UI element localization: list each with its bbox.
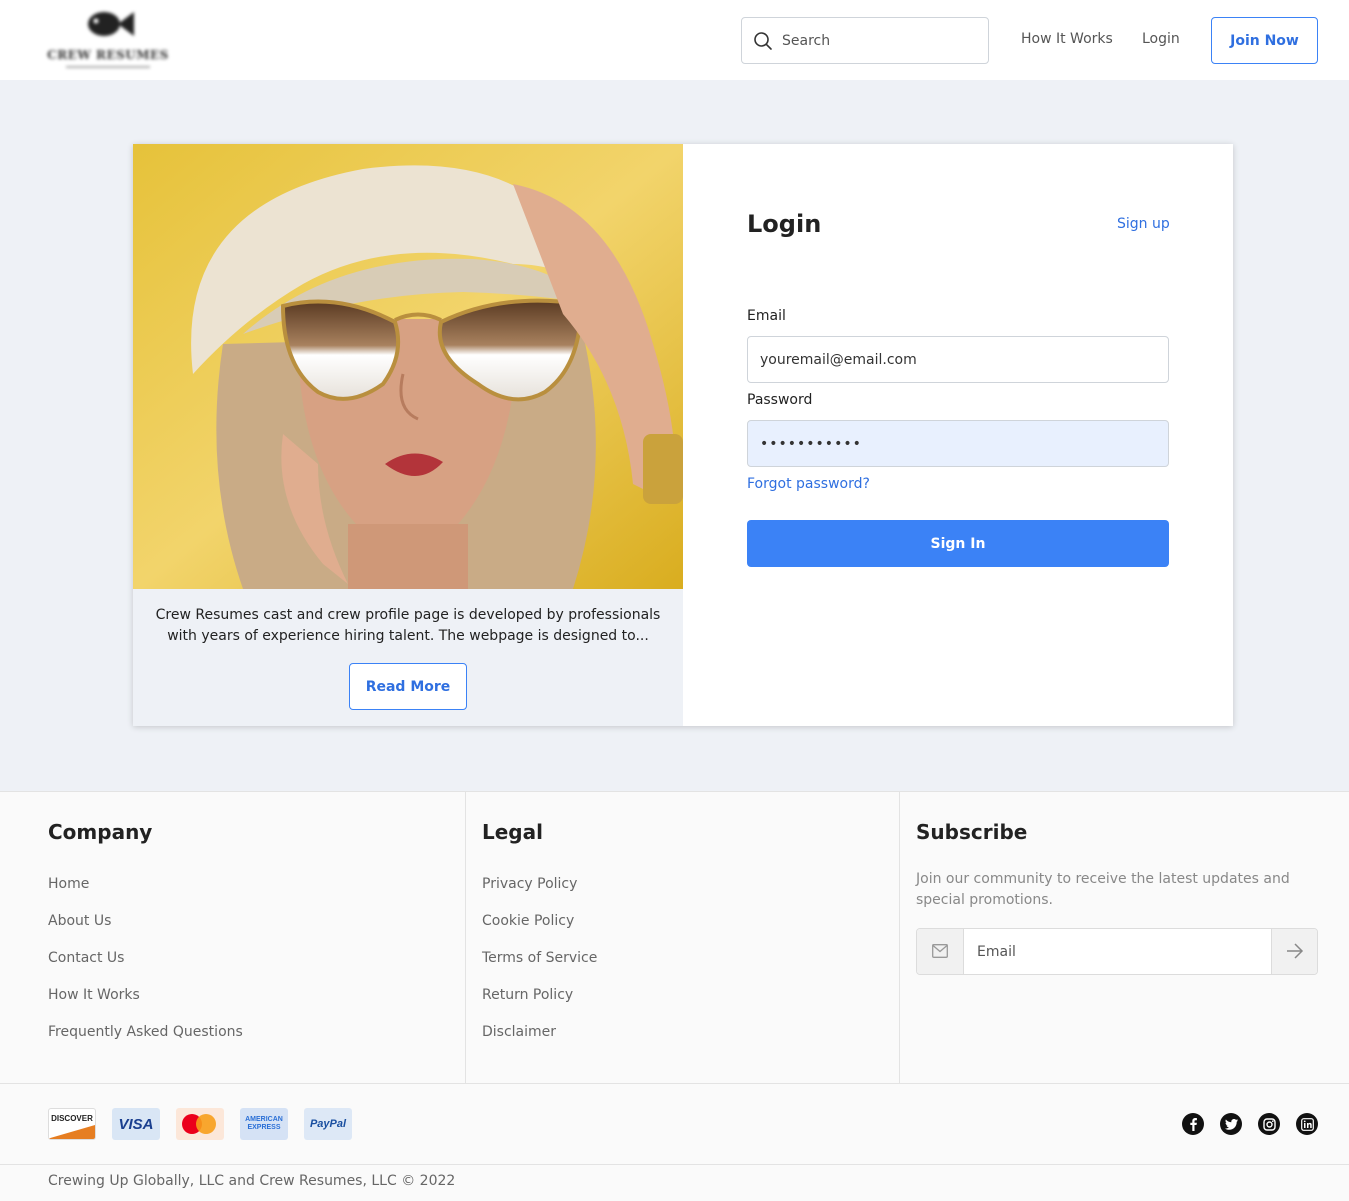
legal-title: Legal: [482, 820, 543, 844]
company-links: Home About Us Contact Us How It Works Fr…: [48, 876, 243, 1061]
footer-link-return-policy[interactable]: Return Policy: [482, 987, 597, 1024]
footer-link-disclaimer[interactable]: Disclaimer: [482, 1024, 597, 1061]
subscribe-title: Subscribe: [916, 820, 1028, 844]
legal-links: Privacy Policy Cookie Policy Terms of Se…: [482, 876, 597, 1061]
woman-sunglasses-image: [133, 144, 683, 589]
site-header: CREW RESUMES How It Works Login Join Now: [0, 0, 1349, 80]
password-field[interactable]: [747, 420, 1169, 467]
site-logo[interactable]: CREW RESUMES: [46, 8, 170, 72]
email-field[interactable]: [747, 336, 1169, 383]
main-content: Crew Resumes cast and crew profile page …: [0, 80, 1349, 791]
promo-panel: Crew Resumes cast and crew profile page …: [133, 144, 683, 726]
login-title: Login: [747, 210, 822, 238]
subscribe-submit-button[interactable]: [1271, 929, 1317, 974]
login-card: Crew Resumes cast and crew profile page …: [133, 144, 1233, 726]
footer-link-faq[interactable]: Frequently Asked Questions: [48, 1024, 243, 1061]
password-label: Password: [747, 392, 813, 408]
discover-card-icon: DISCOVER: [48, 1108, 96, 1140]
promo-photo: [133, 144, 683, 589]
subscribe-description: Join our community to receive the latest…: [916, 871, 1290, 908]
payments-social-row: DISCOVER VISA AMERICAN EXPRESS PayPal: [0, 1083, 1349, 1165]
site-footer: Company Home About Us Contact Us How It …: [0, 791, 1349, 1201]
promo-description: Crew Resumes cast and crew profile page …: [155, 607, 661, 644]
copyright-text: Crewing Up Globally, LLC and Crew Resume…: [48, 1173, 456, 1189]
logo-underline: [66, 66, 150, 68]
subscribe-column: Subscribe Join our community to receive …: [900, 792, 1349, 1083]
footer-link-privacy-policy[interactable]: Privacy Policy: [482, 876, 597, 913]
linkedin-icon[interactable]: [1296, 1113, 1318, 1135]
sign-in-button[interactable]: Sign In: [747, 520, 1169, 567]
company-title: Company: [48, 820, 153, 844]
company-column: Company Home About Us Contact Us How It …: [0, 792, 466, 1083]
subscribe-form: [916, 928, 1318, 975]
footer-link-contact-us[interactable]: Contact Us: [48, 950, 243, 987]
join-now-button[interactable]: Join Now: [1211, 17, 1318, 64]
sign-up-link[interactable]: Sign up: [1117, 216, 1170, 232]
envelope-icon: [917, 929, 964, 974]
arrow-right-icon: [1287, 943, 1304, 959]
nav-how-it-works[interactable]: How It Works: [1021, 31, 1113, 47]
fish-logo-icon: [88, 12, 134, 36]
paypal-icon: PayPal: [304, 1108, 352, 1140]
facebook-icon[interactable]: [1182, 1113, 1204, 1135]
footer-link-home[interactable]: Home: [48, 876, 243, 913]
footer-link-terms-of-service[interactable]: Terms of Service: [482, 950, 597, 987]
amex-card-icon: AMERICAN EXPRESS: [240, 1108, 288, 1140]
footer-link-about-us[interactable]: About Us: [48, 913, 243, 950]
forgot-password-link[interactable]: Forgot password?: [747, 476, 870, 492]
legal-column: Legal Privacy Policy Cookie Policy Terms…: [466, 792, 900, 1083]
subscribe-email-input[interactable]: [965, 929, 1271, 974]
login-form-panel: Login Sign up Email Password Forgot pass…: [683, 144, 1233, 726]
twitter-icon[interactable]: [1220, 1113, 1242, 1135]
footer-link-cookie-policy[interactable]: Cookie Policy: [482, 913, 597, 950]
instagram-icon[interactable]: [1258, 1113, 1280, 1135]
logo-wordmark: CREW RESUMES: [47, 48, 169, 62]
email-label: Email: [747, 308, 786, 324]
search-box[interactable]: [741, 17, 989, 64]
nav-login[interactable]: Login: [1142, 31, 1180, 47]
search-icon: [754, 32, 772, 50]
visa-card-icon: VISA: [112, 1108, 160, 1140]
read-more-button[interactable]: Read More: [349, 663, 467, 710]
footer-link-how-it-works[interactable]: How It Works: [48, 987, 243, 1024]
mastercard-icon: [176, 1108, 224, 1140]
search-input[interactable]: [782, 28, 978, 54]
